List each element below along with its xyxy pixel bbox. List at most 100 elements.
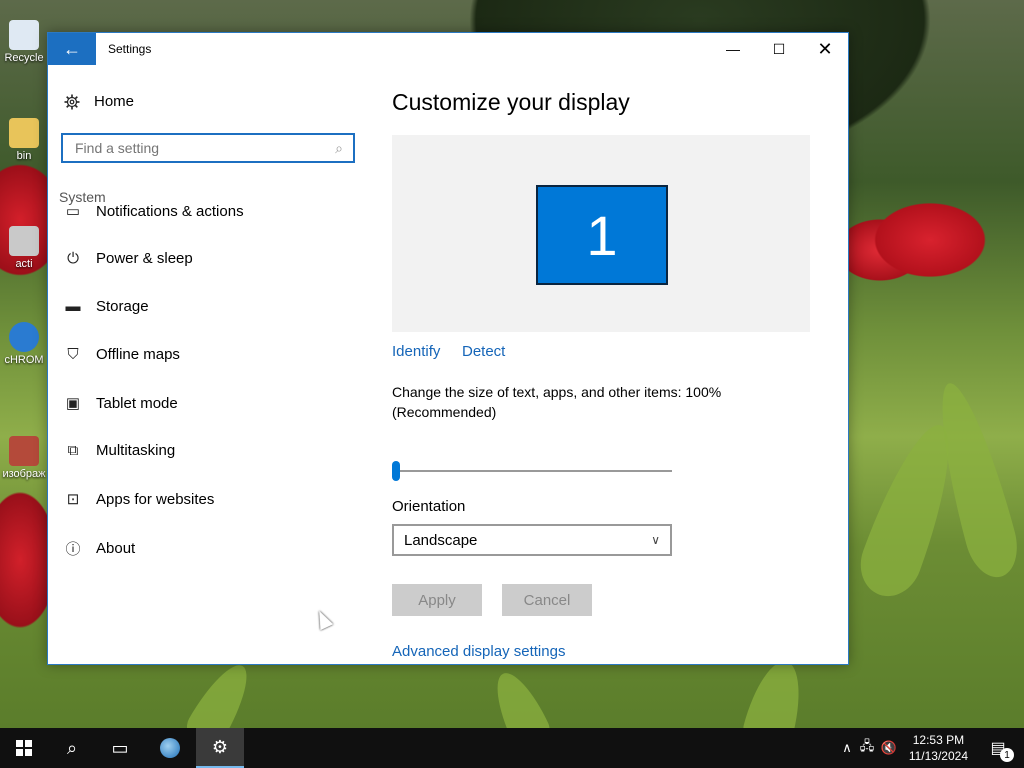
display-settings-panel: Customize your display 1 Identify Detect…	[392, 65, 848, 664]
taskbar-app-browser[interactable]	[146, 728, 194, 768]
window-title: Settings	[108, 42, 152, 56]
browser-icon	[160, 738, 180, 758]
sidebar-item-offline-maps[interactable]: ⛉ Offline maps	[64, 346, 180, 363]
advanced-display-settings-link[interactable]: Advanced display settings	[392, 643, 565, 660]
identify-link[interactable]: Identify	[392, 343, 440, 360]
scale-label: Change the size of text, apps, and other…	[392, 384, 722, 420]
maximize-icon: ☐	[772, 40, 786, 57]
tablet-icon: ▣	[65, 395, 81, 412]
minimize-icon: —	[726, 41, 740, 57]
wallpaper-leaf	[484, 665, 556, 728]
sidebar-item-power-sleep[interactable]: ⏻ Power & sleep	[64, 250, 193, 267]
volume-muted-icon[interactable]: 🔇	[878, 740, 900, 756]
chevron-down-icon: ∨	[651, 533, 660, 547]
back-button[interactable]: ←	[48, 33, 96, 65]
network-icon[interactable]: 🖧	[856, 737, 878, 759]
sidebar-item-apps-for-websites[interactable]: ⊡ Apps for websites	[64, 490, 215, 509]
close-button[interactable]: ✕	[802, 33, 848, 65]
notifications-icon: ▭	[65, 205, 81, 220]
wallpaper-leaf	[739, 655, 811, 728]
minimize-button[interactable]: —	[710, 33, 756, 65]
apply-button[interactable]: Apply	[392, 584, 482, 616]
clock[interactable]: 12:53 PM 11/13/2024	[909, 732, 968, 764]
page-title: Customize your display	[392, 89, 630, 115]
desktop-icon-recycle-bin[interactable]: Recycle	[0, 20, 48, 64]
desktop-icon-image[interactable]: изображ	[0, 436, 48, 480]
info-icon: ⓘ	[65, 541, 81, 558]
search-field[interactable]: ⌕	[61, 133, 355, 163]
sidebar-item-label: Power & sleep	[96, 250, 193, 267]
desktop-icon-chrome[interactable]: cHROM	[0, 322, 48, 366]
start-button[interactable]	[0, 728, 48, 768]
sidebar-item-tablet-mode[interactable]: ▣ Tablet mode	[64, 394, 178, 413]
title-bar: ← Settings — ☐ ✕	[48, 33, 848, 65]
slider-track	[392, 470, 672, 472]
folder-icon	[9, 118, 39, 148]
sidebar-item-label: Notifications & actions	[96, 205, 244, 220]
sidebar-item-multitasking[interactable]: ⧉ Multitasking	[64, 442, 176, 459]
sidebar-item-label: Offline maps	[96, 346, 180, 363]
sidebar-item-label: Storage	[96, 298, 149, 315]
action-center-button[interactable]: ▤ 1	[986, 736, 1014, 762]
power-icon: ⏻	[67, 250, 79, 267]
sidebar-item-notifications[interactable]: ▭ Notifications & actions	[64, 205, 244, 220]
image-file-icon	[9, 436, 39, 466]
sidebar-nav: ▭ Notifications & actions ⏻ Power & slee…	[48, 205, 368, 645]
taskbar: ⌕ ▭ ⚙ ∧ 🖧 🔇 12:53 PM 11/13/2024 ▤ 1	[0, 728, 1024, 768]
sidebar-item-label: Apps for websites	[96, 490, 215, 508]
multitasking-icon: ⧉	[67, 442, 79, 459]
search-icon: ⌕	[335, 139, 343, 156]
clock-time: 12:53 PM	[912, 733, 965, 747]
desktop-icon-label: acti	[15, 258, 33, 270]
system-tray: ∧ 🖧 🔇	[838, 728, 900, 768]
search-button[interactable]: ⌕	[48, 728, 96, 768]
notification-badge: 1	[1000, 748, 1014, 762]
desktop-icon-label: Recycle	[4, 52, 44, 64]
recycle-bin-icon	[9, 20, 39, 50]
desktop-icon-acti[interactable]: acti	[0, 226, 48, 270]
orientation-label: Orientation	[392, 498, 466, 515]
orientation-dropdown[interactable]: Landscape ∨	[392, 524, 672, 556]
wallpaper-leaf	[180, 656, 260, 728]
task-view-icon: ▭	[111, 737, 129, 758]
sidebar-item-storage[interactable]: ▬ Storage	[64, 298, 149, 315]
slider-thumb[interactable]	[392, 461, 400, 481]
apps-websites-icon: ⊡	[66, 491, 80, 508]
desktop-icon-label: изображ	[2, 468, 46, 480]
windows-logo-icon	[16, 740, 32, 756]
sidebar-item-label: Multitasking	[96, 442, 176, 459]
close-icon: ✕	[817, 38, 833, 59]
settings-sidebar: Home ⌕ System ▭ Notifications & actions …	[48, 65, 368, 664]
sidebar-item-label: Tablet mode	[96, 394, 178, 412]
orientation-value: Landscape	[404, 531, 478, 549]
section-label: System	[59, 189, 106, 205]
chevron-up-icon[interactable]: ∧	[838, 740, 856, 756]
sidebar-item-about[interactable]: ⓘ About	[64, 538, 135, 559]
desktop-icon-bin[interactable]: bin	[0, 118, 48, 162]
maximize-button[interactable]: ☐	[756, 33, 802, 65]
search-input[interactable]	[73, 139, 336, 157]
desktop-icon-label: cHROM	[4, 354, 44, 366]
monitor-number: 1	[586, 203, 618, 267]
display-arrangement-area: 1	[392, 135, 810, 332]
storage-icon: ▬	[65, 298, 81, 315]
search-icon: ⌕	[66, 737, 78, 758]
monitor-tile[interactable]: 1	[536, 185, 668, 285]
scale-slider[interactable]	[392, 461, 672, 481]
detect-link[interactable]: Detect	[462, 343, 505, 360]
map-icon: ⛉	[67, 346, 79, 363]
task-view-button[interactable]: ▭	[96, 728, 144, 768]
desktop-icon-label: bin	[16, 150, 32, 162]
cancel-button[interactable]: Cancel	[502, 584, 592, 616]
settings-window: ← Settings — ☐ ✕ Home Find a setting ⌕ S…	[47, 32, 849, 665]
sidebar-item-home[interactable]: Home	[64, 93, 134, 110]
back-arrow-icon: ←	[63, 38, 81, 59]
gear-icon: ⚙	[211, 736, 229, 757]
gear-icon	[64, 94, 80, 109]
settings-shortcut-icon	[9, 226, 39, 256]
sidebar-item-label: About	[96, 540, 136, 557]
clock-date: 11/13/2024	[908, 749, 968, 763]
browser-shortcut-icon	[9, 322, 39, 352]
sidebar-item-label: Home	[94, 93, 135, 110]
taskbar-app-settings[interactable]: ⚙	[196, 728, 244, 768]
